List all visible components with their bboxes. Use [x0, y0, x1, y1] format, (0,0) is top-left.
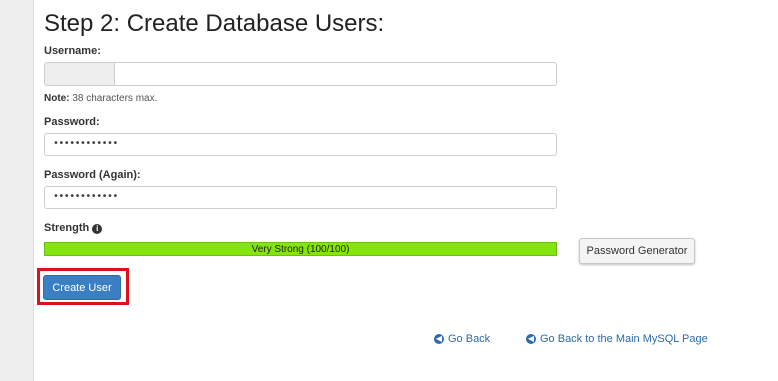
arrow-left-circle-icon: ◀: [526, 334, 536, 344]
info-icon[interactable]: i: [92, 224, 103, 234]
password-generator-button[interactable]: Password Generator: [579, 238, 695, 264]
strength-label-row: Strength i: [44, 222, 103, 234]
strength-meter: Very Strong (100/100): [44, 242, 557, 256]
go-back-label: Go Back: [448, 333, 491, 345]
note-bold: Note:: [44, 93, 70, 104]
arrow-left-circle-icon: ◀: [434, 334, 444, 344]
go-back-main-link[interactable]: ◀ Go Back to the Main MySQL Page: [526, 333, 708, 345]
note-text: 38 characters max.: [72, 93, 158, 104]
password-again-label: Password (Again):: [44, 169, 141, 181]
go-back-main-label: Go Back to the Main MySQL Page: [540, 333, 708, 345]
strength-label: Strength: [44, 222, 90, 234]
page-title: Step 2: Create Database Users:: [44, 10, 385, 37]
strength-text: Very Strong (100/100): [251, 244, 350, 255]
username-note: Note: 38 characters max.: [44, 93, 157, 104]
username-label: Username:: [44, 45, 101, 57]
username-prefix: [44, 62, 114, 86]
password-input[interactable]: ••••••••••••: [44, 133, 557, 156]
password-label: Password:: [44, 116, 100, 128]
left-gutter: [0, 0, 34, 381]
content-panel: Step 2: Create Database Users: Username:…: [34, 0, 778, 381]
go-back-link[interactable]: ◀ Go Back: [434, 333, 490, 345]
username-input[interactable]: [114, 62, 557, 86]
password-again-input[interactable]: ••••••••••••: [44, 186, 557, 209]
create-user-button[interactable]: Create User: [43, 275, 121, 300]
